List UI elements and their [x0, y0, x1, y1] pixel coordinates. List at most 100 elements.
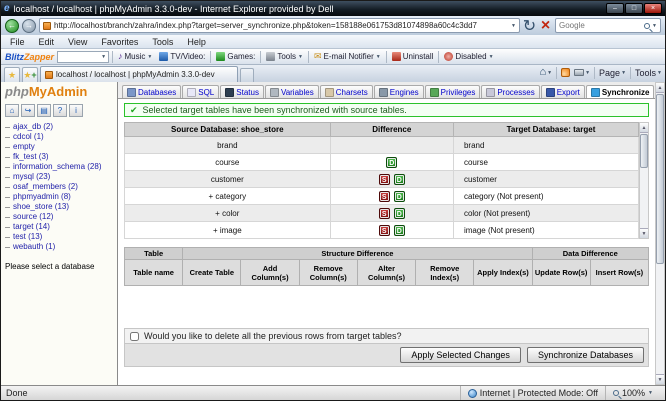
tab-variables[interactable]: Variables [265, 85, 319, 98]
db-item[interactable]: webauth (1) [5, 242, 113, 252]
refresh-button[interactable]: ↻ [523, 18, 536, 33]
search-box[interactable]: ▼ [555, 18, 661, 33]
sync-table-scrollbar[interactable]: ▲ ▼ [639, 122, 649, 239]
stop-button[interactable]: × [539, 18, 552, 33]
url-dropdown-icon[interactable]: ▼ [511, 23, 516, 29]
scroll-down-icon[interactable]: ▼ [640, 228, 648, 238]
db-item[interactable]: fk_test (3) [5, 152, 113, 162]
logout-icon[interactable]: ↪ [21, 104, 35, 117]
feed-icon[interactable] [561, 68, 570, 77]
db-item[interactable]: shoe_store (13) [5, 202, 113, 212]
db-item[interactable]: ajax_db (2) [5, 122, 113, 132]
data-diff-button[interactable]: D [394, 208, 405, 219]
data-diff-button[interactable]: D [394, 225, 405, 236]
main-scrollbar[interactable]: ▲ ▼ [655, 82, 665, 385]
search-dropdown-icon[interactable]: ▼ [652, 23, 657, 29]
url-box[interactable]: ▼ [39, 18, 520, 33]
scroll-up-icon[interactable]: ▲ [656, 83, 664, 93]
charsets-icon [325, 88, 334, 97]
toolbar-brand: BlitzZapper [5, 52, 54, 62]
group-data-difference: Data Difference [532, 248, 648, 260]
toolbar-item-tools[interactable]: Tools ▼ [264, 52, 305, 61]
db-item[interactable]: source (12) [5, 212, 113, 222]
difference-cell: SD [330, 205, 453, 222]
menu-edit[interactable]: Edit [32, 37, 62, 47]
tab-processes[interactable]: Processes [481, 85, 539, 98]
structure-diff-button[interactable]: S [379, 191, 390, 202]
tab-sql[interactable]: SQL [182, 85, 219, 98]
db-item[interactable]: empty [5, 142, 113, 152]
db-bullet-icon [5, 137, 10, 138]
scroll-up-icon[interactable]: ▲ [640, 123, 648, 133]
toolbar-item-tv[interactable]: TV/Video: [157, 52, 207, 61]
db-item[interactable]: test (13) [5, 232, 113, 242]
page-menu-button[interactable]: Page▼ [599, 68, 626, 78]
maximize-button[interactable]: □ [625, 3, 643, 14]
menu-favorites[interactable]: Favorites [94, 37, 145, 47]
data-diff-button[interactable]: D [394, 191, 405, 202]
difference-summary-table: Table Structure Difference Data Differen… [124, 247, 649, 286]
toolbar-item-uninstall[interactable]: Uninstall [390, 52, 436, 61]
source-db-header: Source Database: shoe_store [125, 123, 331, 137]
db-item[interactable]: information_schema (28) [5, 162, 113, 172]
home-icon[interactable]: ⌂ [5, 104, 19, 117]
structure-diff-button[interactable]: S [379, 208, 390, 219]
structure-diff-button[interactable]: S [379, 174, 390, 185]
url-input[interactable] [54, 20, 508, 32]
tab-status[interactable]: Status [220, 85, 264, 98]
toolbar-item-music[interactable]: ♪ Music ▼ [116, 52, 154, 61]
home-button[interactable]: ⌂▼ [539, 67, 552, 78]
tab-charsets[interactable]: Charsets [320, 85, 373, 98]
data-diff-button[interactable]: D [386, 157, 397, 168]
forward-button[interactable]: → [22, 19, 36, 33]
new-tab-button[interactable] [240, 68, 254, 82]
structure-diff-button[interactable]: S [379, 225, 390, 236]
toolbar-item-disabled[interactable]: Disabled ▼ [442, 52, 495, 61]
back-button[interactable]: ← [5, 19, 19, 33]
minimize-button[interactable]: – [606, 3, 624, 14]
scrollbar-thumb[interactable] [656, 94, 664, 264]
group-header-row: Table Structure Difference Data Differen… [125, 248, 649, 260]
db-item[interactable]: phpmyadmin (8) [5, 192, 113, 202]
close-button[interactable]: × [644, 3, 662, 14]
add-favorite-button[interactable]: ★+ [22, 67, 38, 82]
synchronize-databases-button[interactable]: Synchronize Databases [527, 347, 644, 363]
menu-view[interactable]: View [61, 37, 94, 47]
disabled-icon [444, 52, 453, 61]
tab-export[interactable]: Export [541, 85, 585, 98]
toolbar-search-dropdown[interactable]: ▼ [57, 51, 109, 63]
menu-file[interactable]: File [3, 37, 32, 47]
delete-rows-checkbox[interactable] [130, 332, 139, 341]
favorites-button[interactable]: ★ [4, 67, 20, 82]
db-item[interactable]: osaf_members (2) [5, 182, 113, 192]
print-button[interactable]: ▼ [574, 69, 590, 76]
data-diff-button[interactable]: D [394, 174, 405, 185]
db-item[interactable]: mysql (23) [5, 172, 113, 182]
sync-table-wrap: Source Database: shoe_store Difference T… [124, 122, 649, 239]
browser-tab[interactable]: localhost / localhost | phpMyAdmin 3.3.0… [40, 66, 238, 82]
menu-tools[interactable]: Tools [145, 37, 180, 47]
query-window-icon[interactable]: ▤ [37, 104, 51, 117]
scroll-down-icon[interactable]: ▼ [656, 374, 664, 384]
db-bullet-icon [5, 207, 10, 208]
tab-privileges[interactable]: Privileges [425, 85, 481, 98]
apply-selected-changes-button[interactable]: Apply Selected Changes [400, 347, 521, 363]
search-input[interactable] [559, 21, 642, 30]
tab-synchronize[interactable]: Synchronize [586, 85, 655, 98]
scrollbar-thumb[interactable] [640, 134, 648, 168]
toolbar-item-email[interactable]: ✉ E-mail Notifier ▼ [312, 52, 383, 61]
tab-databases[interactable]: Databases [122, 85, 181, 98]
db-item[interactable]: target (14) [5, 222, 113, 232]
source-table-name: + category [125, 188, 331, 205]
zoom-control[interactable]: 100% ▼ [605, 386, 660, 400]
db-item[interactable]: cdcol (1) [5, 132, 113, 142]
search-icon[interactable] [644, 23, 650, 29]
pma-docs-icon[interactable]: ? [53, 104, 67, 117]
database-list: ajax_db (2) cdcol (1) empty fk_test (3) … [5, 122, 113, 252]
tab-engines[interactable]: Engines [374, 85, 424, 98]
mysql-docs-icon[interactable]: i [69, 104, 83, 117]
toolbar-item-games[interactable]: Games: [214, 52, 257, 61]
difference-summary-wrap: Table Structure Difference Data Differen… [124, 247, 649, 286]
menu-help[interactable]: Help [180, 37, 213, 47]
tools-menu-button[interactable]: Tools▼ [635, 68, 662, 78]
